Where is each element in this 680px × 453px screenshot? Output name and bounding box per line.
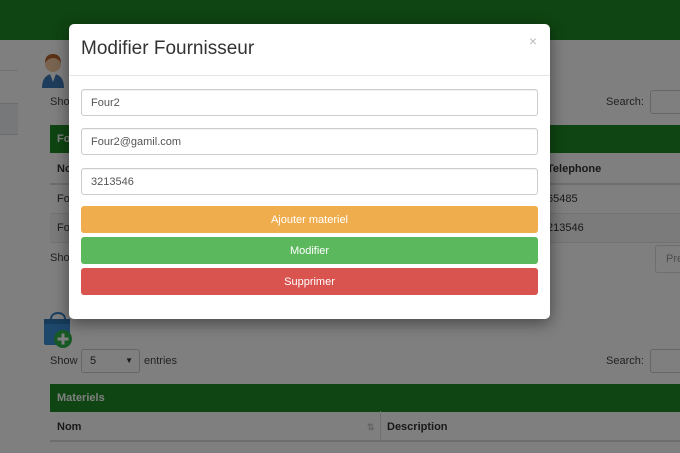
modal-title: Modifier Fournisseur — [81, 38, 255, 59]
delete-button[interactable]: Supprimer — [81, 268, 538, 295]
close-icon[interactable]: × — [529, 33, 537, 49]
supplier-email-field[interactable] — [81, 128, 538, 155]
supplier-phone-field[interactable] — [81, 168, 538, 195]
modify-button[interactable]: Modifier — [81, 237, 538, 264]
modal-header: Modifier Fournisseur × — [69, 24, 550, 76]
supplier-name-field[interactable] — [81, 89, 538, 116]
edit-supplier-modal: Modifier Fournisseur × Ajouter materiel … — [69, 24, 550, 319]
add-material-button[interactable]: Ajouter materiel — [81, 206, 538, 233]
